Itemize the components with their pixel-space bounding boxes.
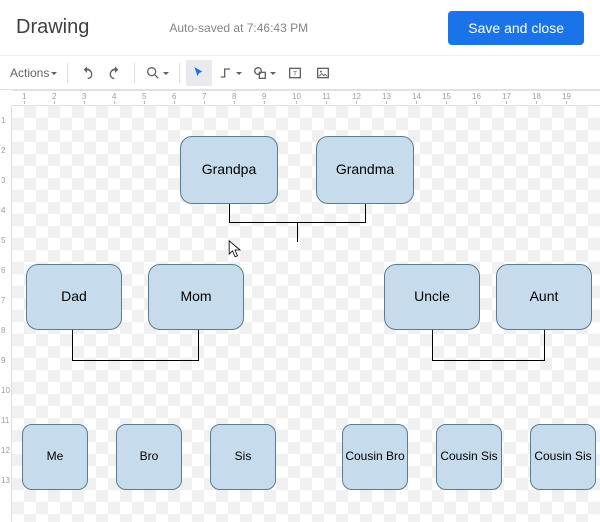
ruler-tick: 1 [22,92,26,101]
connector-line [432,360,544,361]
shape-me[interactable]: Me [22,424,88,490]
connector-line [72,330,73,360]
dialog-title: Drawing [16,16,89,39]
drawing-canvas[interactable]: Grandpa Grandma Dad Mom Uncle Aunt Me Br… [12,106,600,522]
shape-label: Grandpa [202,162,256,177]
undo-button[interactable] [74,60,100,86]
ruler-tick: 12 [352,92,361,101]
shape-label: Aunt [530,289,559,304]
ruler-tick: 9 [1,356,5,365]
shape-aunt[interactable]: Aunt [496,264,592,330]
ruler-tick: 17 [502,92,511,101]
zoom-icon [145,65,161,81]
ruler-tick: 11 [1,416,9,425]
line-icon [218,65,234,81]
shape-cousin-bro[interactable]: Cousin Bro [342,424,408,490]
line-tool-button[interactable] [214,60,246,86]
shape-sis[interactable]: Sis [210,424,276,490]
shape-uncle[interactable]: Uncle [384,264,480,330]
connector-line [432,330,433,360]
shape-label: Sis [235,450,252,463]
redo-button[interactable] [102,60,128,86]
shape-label: Me [47,450,64,463]
toolbar: Actions T [0,56,600,90]
connector-line [544,330,545,361]
connector-line [297,222,298,242]
shape-label: Uncle [414,289,450,304]
ruler-tick: 16 [472,92,481,101]
ruler-tick: 14 [412,92,421,101]
shape-tool-button[interactable] [248,60,280,86]
cursor-icon [191,65,207,81]
select-tool-button[interactable] [186,60,212,86]
undo-icon [79,65,95,81]
ruler-tick: 13 [1,476,10,485]
shape-label: Dad [61,289,87,304]
ruler-tick: 4 [112,92,116,101]
ruler-tick: 4 [1,206,5,215]
shape-mom[interactable]: Mom [148,264,244,330]
vertical-ruler: 12345678910111213 [0,106,12,522]
ruler-tick: 5 [1,236,5,245]
actions-label: Actions [10,66,49,80]
connector-line [198,330,199,361]
connector-line [229,204,230,222]
shape-icon [252,65,268,81]
ruler-tick: 3 [82,92,86,101]
ruler-tick: 7 [202,92,206,101]
ruler-tick: 6 [1,266,5,275]
shape-grandma[interactable]: Grandma [316,136,414,204]
ruler-tick: 10 [1,386,10,395]
ruler-tick: 6 [172,92,176,101]
ruler-tick: 7 [1,296,5,305]
redo-icon [107,65,123,81]
ruler-tick: 11 [322,92,330,101]
zoom-button[interactable] [141,60,173,86]
textbox-icon: T [287,65,303,81]
ruler-tick: 10 [292,92,301,101]
dialog-header: Drawing Auto-saved at 7:46:43 PM Save an… [0,0,600,56]
shape-grandpa[interactable]: Grandpa [180,136,278,204]
connector-line [365,204,366,222]
ruler-tick: 2 [52,92,56,101]
shape-label: Cousin Bro [345,450,404,463]
shape-label: Cousin Sis [440,450,497,463]
toolbar-separator [134,63,135,83]
ruler-tick: 15 [442,92,451,101]
mouse-cursor-icon [228,240,242,260]
svg-text:T: T [293,70,297,77]
ruler-tick: 8 [1,326,5,335]
ruler-tick: 9 [262,92,266,101]
ruler-tick: 5 [142,92,146,101]
connector-line [72,360,198,361]
ruler-tick: 19 [562,92,571,101]
ruler-tick: 13 [382,92,391,101]
actions-menu[interactable]: Actions [6,60,61,86]
shape-label: Grandma [336,162,394,177]
ruler-tick: 18 [532,92,541,101]
toolbar-separator [179,63,180,83]
shape-dad[interactable]: Dad [26,264,122,330]
ruler-tick: 3 [1,176,5,185]
shape-label: Mom [180,289,211,304]
ruler-tick: 1 [1,116,5,125]
textbox-tool-button[interactable]: T [282,60,308,86]
image-tool-button[interactable] [310,60,336,86]
toolbar-separator [67,63,68,83]
ruler-tick: 12 [1,446,10,455]
shape-cousin-sis[interactable]: Cousin Sis [436,424,502,490]
ruler-tick: 2 [1,146,5,155]
shape-cousin-sis[interactable]: Cousin Sis [530,424,596,490]
shape-bro[interactable]: Bro [116,424,182,490]
ruler-tick: 8 [232,92,236,101]
save-and-close-button[interactable]: Save and close [448,11,584,45]
shape-label: Cousin Sis [534,450,591,463]
autosave-status: Auto-saved at 7:46:43 PM [169,21,448,35]
image-icon [315,65,331,81]
horizontal-ruler: 12345678910111213141516171819 [12,90,600,106]
shape-label: Bro [140,450,159,463]
